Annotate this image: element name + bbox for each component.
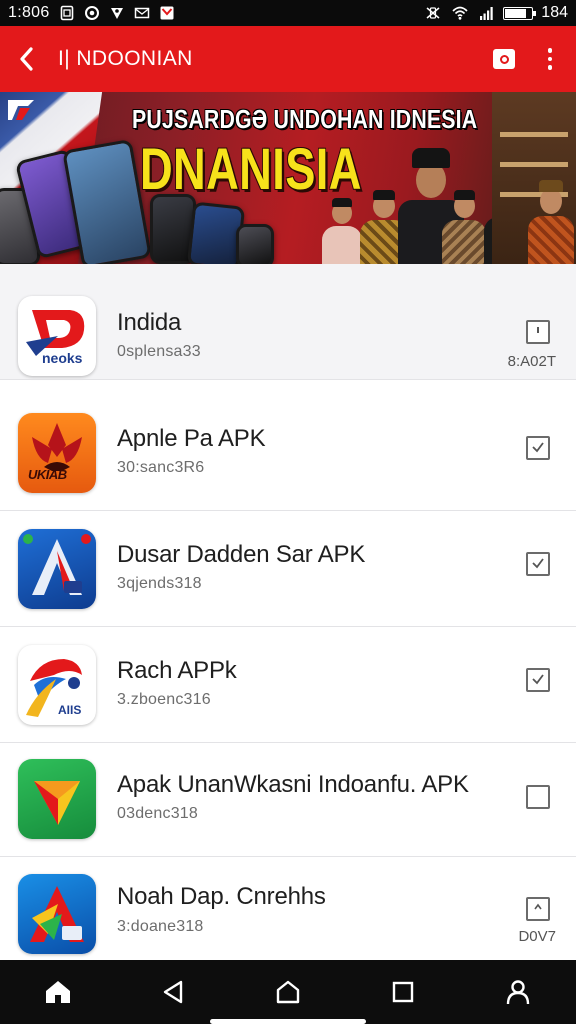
media-icon (160, 6, 174, 20)
app-icon (18, 759, 96, 839)
app-icon (18, 874, 96, 954)
app-icon-label: AIIS (58, 703, 82, 717)
divider (0, 379, 576, 380)
banner-headline: PUJSARDGƏ UNDOHAN IDNESIA (132, 104, 478, 134)
battery-icon (503, 6, 537, 20)
battery-text: 184 (541, 4, 568, 21)
app-list: neoks Indida 0splensa33 8:A02T UKIAB Apn… (0, 264, 576, 960)
profile-button[interactable] (490, 964, 546, 1020)
location-icon (110, 8, 123, 19)
app-subtitle: 3qjends318 (117, 575, 202, 592)
app-icon-label: neoks (42, 350, 83, 366)
app-subtitle: 30:sanc3R6 (117, 459, 205, 476)
mail-icon (134, 7, 149, 19)
app-icon-label: UKIAB (28, 467, 67, 482)
camera-button[interactable] (484, 39, 524, 79)
back-button[interactable] (0, 26, 54, 92)
profile-icon (507, 980, 530, 1005)
back-triangle-icon (163, 980, 182, 1004)
home-circle-button[interactable] (260, 964, 316, 1020)
signal-icon (480, 7, 493, 20)
home-circle-icon (276, 980, 300, 1004)
recents-square-icon (392, 981, 414, 1003)
back-arrow-icon (20, 47, 33, 71)
back-nav-button[interactable] (145, 964, 201, 1020)
bottom-nav-bar (0, 960, 576, 1024)
app-version: D0V7 (518, 928, 556, 945)
check-icon (532, 674, 544, 685)
list-item[interactable]: AIIS Rach APPk 3.zboenc316 (0, 627, 576, 743)
install-checkbox[interactable] (526, 436, 550, 460)
list-item[interactable]: neoks Indida 0splensa33 8:A02T (0, 264, 576, 380)
app-icon: neoks (18, 296, 96, 376)
banner-title: DNANISIA (140, 137, 362, 202)
app-subtitle: 3:doane318 (117, 918, 204, 935)
list-item[interactable]: Noah Dap. Cnrehhs 3:doane318 D0V7 (0, 856, 576, 960)
alarm-icon (84, 6, 99, 20)
check-icon (532, 558, 544, 569)
app-name: Rach APPk (117, 657, 237, 684)
info-icon (534, 903, 542, 910)
check-icon (532, 442, 544, 453)
camera-icon (493, 49, 515, 69)
app-icon (18, 529, 96, 609)
person-graphic (526, 180, 576, 264)
recents-button[interactable] (375, 964, 431, 1020)
more-options-button[interactable] (534, 39, 566, 79)
app-subtitle: 0splensa33 (117, 343, 201, 360)
download-button[interactable] (526, 320, 550, 344)
app-subtitle: 3.zboenc316 (117, 691, 211, 708)
person-graphic (440, 190, 488, 264)
phone-graphic (236, 224, 274, 264)
app-subtitle: 03denc318 (117, 805, 198, 822)
app-name: Noah Dap. Cnrehhs (117, 883, 326, 910)
list-item[interactable]: Dusar Dadden Sar APK 3qjends318 (0, 511, 576, 627)
home-icon (45, 981, 70, 1003)
info-button[interactable] (526, 897, 550, 921)
app-name: Apak UnanWkasni Indoanfu. APK (117, 771, 469, 798)
app-icon: AIIS (18, 645, 96, 725)
home-indicator[interactable] (210, 1019, 366, 1024)
app-icon: UKIAB (18, 413, 96, 493)
app-bar: I| NDOONIAN (0, 26, 576, 92)
install-checkbox[interactable] (526, 785, 550, 809)
app-name: Dusar Dadden Sar APK (117, 541, 366, 568)
status-time: 1:806 (8, 4, 50, 21)
app-name: Indida (117, 309, 182, 336)
wifi-icon (452, 6, 468, 20)
vibrate-icon (426, 7, 440, 19)
more-vert-icon (547, 48, 553, 53)
download-icon (537, 327, 539, 333)
status-bar: 1:806 184 (0, 0, 576, 26)
list-item[interactable]: UKIAB Apnle Pa APK 30:sanc3R6 (0, 395, 576, 511)
app-version: 8:A02T (507, 353, 556, 370)
install-checkbox[interactable] (526, 552, 550, 576)
home-nav-button[interactable] (30, 964, 86, 1020)
list-item[interactable]: Apak UnanWkasni Indoanfu. APK 03denc318 (0, 741, 576, 857)
promo-banner[interactable]: PUJSARDGƏ UNDOHAN IDNESIA DNANISIA (0, 92, 576, 264)
install-checkbox[interactable] (526, 668, 550, 692)
app-name: Apnle Pa APK (117, 425, 266, 452)
page-title: I| NDOONIAN (58, 47, 193, 70)
sim-icon (60, 5, 73, 21)
banner-logo-icon (8, 100, 34, 120)
